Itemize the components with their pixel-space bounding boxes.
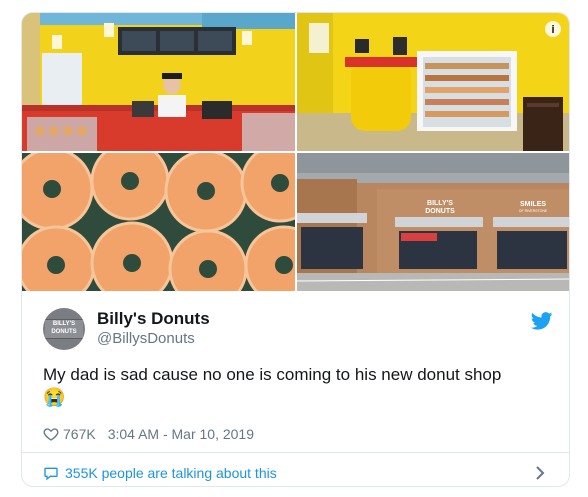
tweet-card[interactable]: i i — [21, 12, 570, 487]
tweet-body: My dad is sad cause no one is coming to … — [43, 365, 502, 384]
author-handle[interactable]: @BillysDonuts — [97, 330, 195, 347]
photo-display-case[interactable]: i — [297, 13, 569, 151]
storefront-sign-right-sub: OF RIVERSTONE — [519, 209, 548, 213]
tweet-timestamp[interactable]: 3:04 AM - Mar 10, 2019 — [108, 426, 254, 442]
divider — [22, 452, 569, 453]
avatar-sign: BILLY'S DONUTS — [45, 319, 83, 339]
heart-icon[interactable] — [43, 426, 59, 442]
twitter-bird-icon[interactable] — [531, 312, 553, 330]
like-count[interactable]: 767K — [63, 426, 96, 442]
speech-bubble-icon — [44, 467, 58, 481]
storefront-sign-left: BILLY'S — [427, 200, 453, 207]
photo-storefront[interactable]: BILLY'S DONUTS SMILES OF RIVERSTONE — [297, 153, 569, 291]
photo-grid: i i — [22, 13, 569, 291]
photo-interior[interactable]: i — [22, 13, 295, 151]
storefront-sign-right: SMILES — [520, 201, 546, 208]
photo-glazed-donuts[interactable] — [22, 153, 295, 291]
conversation-label: 355K people are talking about this — [65, 465, 277, 481]
avatar[interactable]: BILLY'S DONUTS — [43, 308, 85, 350]
storefront-sign-left-2: DONUTS — [425, 208, 455, 215]
tweet-meta: 767K 3:04 AM - Mar 10, 2019 — [43, 426, 254, 442]
crying-face-icon: 😭 — [43, 387, 66, 407]
info-icon[interactable]: i — [545, 21, 561, 37]
chevron-right-icon[interactable] — [535, 459, 545, 486]
conversation-link[interactable]: 355K people are talking about this — [43, 459, 553, 486]
tweet-header: BILLY'S DONUTS Billy's Donuts @BillysDonu… — [43, 308, 553, 352]
tweet-text: My dad is sad cause no one is coming to … — [43, 364, 553, 409]
author-name[interactable]: Billy's Donuts — [97, 309, 210, 329]
